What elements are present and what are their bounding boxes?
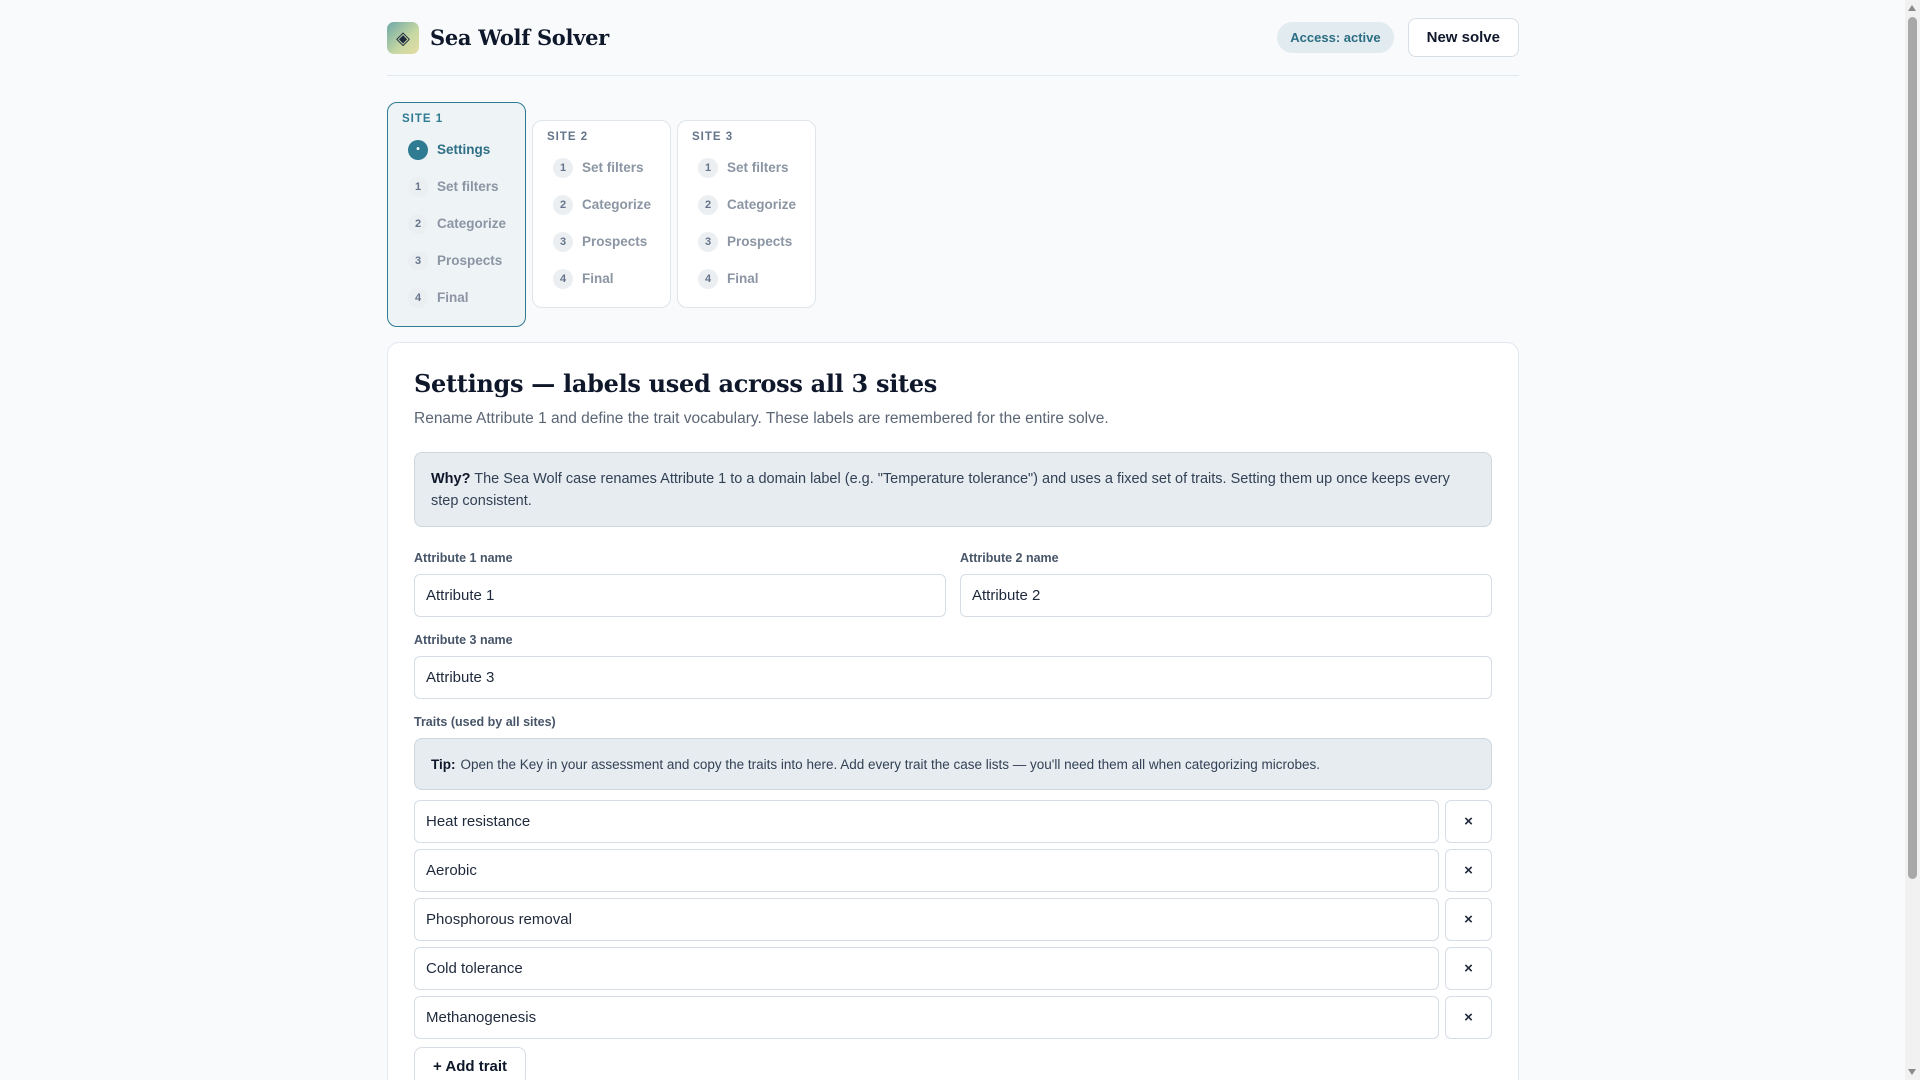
app-container: ◈ Sea Wolf Solver Access: active New sol… bbox=[387, 0, 1519, 1080]
page-scrollbar[interactable] bbox=[1905, 0, 1920, 1080]
step-prospects[interactable]: 3 Prospects bbox=[402, 242, 511, 279]
site-label: SITE 3 bbox=[692, 131, 734, 143]
step-number: 1 bbox=[698, 157, 718, 178]
settings-card: Settings — labels used across all 3 site… bbox=[387, 342, 1519, 1080]
site-steppers: SITE 1 • Settings 1 Set filters 2 Categorize 3 P… bbox=[387, 102, 816, 327]
site-3-panel: SITE 3 1 Set filters 2 Categorize 3 Prospects 4… bbox=[677, 120, 816, 308]
why-text: The Sea Wolf case renames Attribute 1 to… bbox=[431, 471, 1450, 509]
trait-input[interactable] bbox=[414, 898, 1439, 941]
remove-trait-button[interactable]: × bbox=[1445, 849, 1492, 892]
trait-input[interactable] bbox=[414, 800, 1439, 843]
remove-trait-button[interactable]: × bbox=[1445, 898, 1492, 941]
tip-label: Tip: bbox=[431, 756, 456, 772]
attr1-field-group: Attribute 1 name bbox=[414, 551, 946, 617]
add-trait-button[interactable]: + Add trait bbox=[414, 1047, 527, 1080]
step-number: 1 bbox=[553, 157, 573, 178]
attr1-name-input[interactable] bbox=[414, 574, 946, 617]
page-subtitle: Rename Attribute 1 and define the trait … bbox=[414, 410, 1109, 427]
trait-input[interactable] bbox=[414, 996, 1439, 1039]
step-set-filters[interactable]: 1 Set filters bbox=[692, 149, 801, 186]
trait-input[interactable] bbox=[414, 947, 1439, 990]
step-label: Settings bbox=[437, 142, 491, 157]
diamond-icon: ◈ bbox=[387, 21, 419, 54]
attr2-name-input[interactable] bbox=[960, 574, 1492, 617]
trait-row: × bbox=[414, 849, 1492, 892]
remove-trait-button[interactable]: × bbox=[1445, 947, 1492, 990]
site-1-panel: SITE 1 • Settings 1 Set filters 2 Categorize 3 P… bbox=[387, 102, 526, 327]
step-number: 2 bbox=[553, 194, 573, 215]
step-set-filters[interactable]: 1 Set filters bbox=[547, 149, 656, 186]
tip-text: Open the Key in your assessment and copy… bbox=[460, 756, 1321, 772]
step-number: • bbox=[408, 139, 428, 160]
trait-row: × bbox=[414, 898, 1492, 941]
attr3-label: Attribute 3 name bbox=[414, 633, 513, 647]
step-number: 3 bbox=[698, 231, 718, 252]
step-categorize[interactable]: 2 Categorize bbox=[402, 205, 511, 242]
trait-row: × bbox=[414, 947, 1492, 990]
step-prospects[interactable]: 3 Prospects bbox=[547, 223, 656, 260]
site-2-panel: SITE 2 1 Set filters 2 Categorize 3 Prospects 4… bbox=[532, 120, 671, 308]
page-title: Settings — labels used across all 3 site… bbox=[414, 369, 938, 398]
step-final[interactable]: 4 Final bbox=[547, 260, 656, 297]
new-solve-button[interactable]: New solve bbox=[1407, 18, 1519, 57]
step-label: Categorize bbox=[727, 197, 797, 212]
step-label: Prospects bbox=[727, 234, 793, 249]
step-final[interactable]: 4 Final bbox=[402, 279, 511, 316]
step-label: Set filters bbox=[582, 160, 644, 175]
step-label: Categorize bbox=[582, 197, 652, 212]
step-number: 3 bbox=[553, 231, 573, 252]
traits-label: Traits (used by all sites) bbox=[414, 715, 556, 729]
attr3-name-input[interactable] bbox=[414, 656, 1492, 699]
step-label: Categorize bbox=[437, 216, 507, 231]
step-prospects[interactable]: 3 Prospects bbox=[692, 223, 801, 260]
step-label: Final bbox=[727, 271, 759, 286]
step-label: Final bbox=[437, 290, 469, 305]
step-number: 3 bbox=[408, 250, 428, 271]
step-number: 2 bbox=[408, 213, 428, 234]
step-number: 4 bbox=[553, 268, 573, 289]
trait-row: × bbox=[414, 996, 1492, 1039]
tip-callout: Tip: Open the Key in your assessment and… bbox=[414, 738, 1492, 790]
attr3-field-group: Attribute 3 name bbox=[414, 633, 1492, 699]
site-label: SITE 1 bbox=[402, 113, 444, 125]
step-number: 1 bbox=[408, 176, 428, 197]
step-number: 4 bbox=[698, 268, 718, 289]
why-callout: Why? The Sea Wolf case renames Attribute… bbox=[414, 452, 1492, 527]
step-final[interactable]: 4 Final bbox=[692, 260, 801, 297]
app-title: Sea Wolf Solver bbox=[430, 25, 609, 50]
scroll-up-arrow-icon[interactable] bbox=[1908, 5, 1916, 11]
brand: ◈ Sea Wolf Solver bbox=[387, 21, 609, 54]
trait-list: × × × × × bbox=[414, 800, 1492, 1039]
step-label: Prospects bbox=[437, 253, 503, 268]
scroll-down-arrow-icon[interactable] bbox=[1908, 1069, 1916, 1075]
step-categorize[interactable]: 2 Categorize bbox=[692, 186, 801, 223]
step-set-filters[interactable]: 1 Set filters bbox=[402, 168, 511, 205]
step-number: 4 bbox=[408, 287, 428, 308]
trait-input[interactable] bbox=[414, 849, 1439, 892]
attribute-row: Attribute 1 name Attribute 2 name bbox=[414, 551, 1492, 617]
access-status-badge: Access: active bbox=[1277, 22, 1394, 53]
step-label: Final bbox=[582, 271, 614, 286]
step-number: 2 bbox=[698, 194, 718, 215]
step-settings[interactable]: • Settings bbox=[402, 131, 511, 168]
step-label: Set filters bbox=[727, 160, 789, 175]
remove-trait-button[interactable]: × bbox=[1445, 800, 1492, 843]
header-actions: Access: active New solve bbox=[1277, 18, 1519, 57]
why-label: Why? bbox=[431, 471, 471, 487]
step-label: Set filters bbox=[437, 179, 499, 194]
step-label: Prospects bbox=[582, 234, 648, 249]
header: ◈ Sea Wolf Solver Access: active New sol… bbox=[387, 0, 1519, 76]
attr2-label: Attribute 2 name bbox=[960, 551, 1059, 565]
step-categorize[interactable]: 2 Categorize bbox=[547, 186, 656, 223]
attr1-label: Attribute 1 name bbox=[414, 551, 513, 565]
attr2-field-group: Attribute 2 name bbox=[960, 551, 1492, 617]
remove-trait-button[interactable]: × bbox=[1445, 996, 1492, 1039]
trait-row: × bbox=[414, 800, 1492, 843]
site-label: SITE 2 bbox=[547, 131, 589, 143]
scroll-thumb[interactable] bbox=[1908, 17, 1917, 879]
